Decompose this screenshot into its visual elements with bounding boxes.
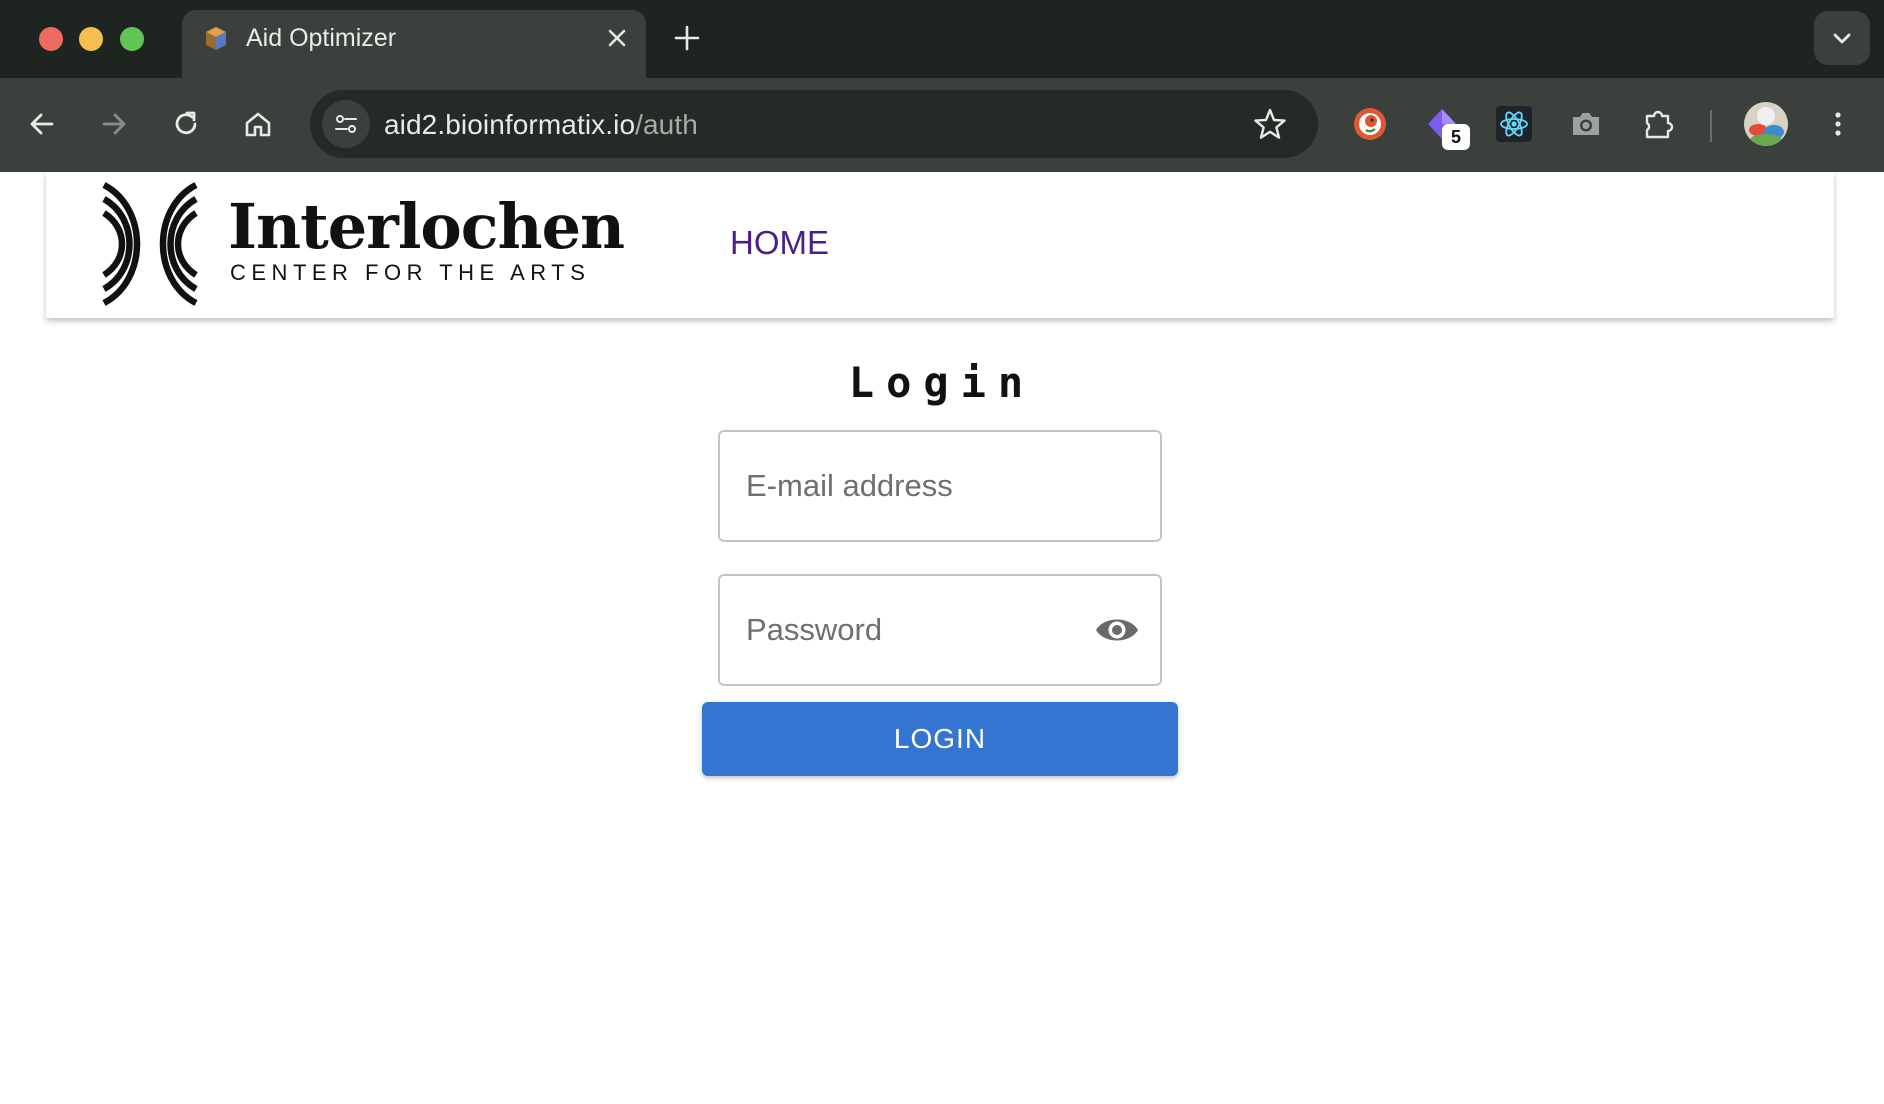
tune-icon (335, 115, 357, 133)
extension-react-devtools[interactable] (1490, 100, 1538, 148)
camera-icon (1573, 113, 1599, 135)
extension-duckduckgo[interactable] (1346, 100, 1394, 148)
logo-wordmark: Interlochen (228, 190, 625, 263)
arrow-right-icon (102, 113, 126, 135)
email-input[interactable] (746, 432, 1106, 540)
arrow-left-icon (30, 113, 54, 135)
new-tab-icon[interactable] (670, 21, 704, 55)
interlochen-logo-icon (102, 182, 198, 306)
forward-button[interactable] (92, 102, 136, 146)
app-header: Interlochen CENTER FOR THE ARTS HOME (46, 172, 1834, 318)
window-minimize-button[interactable] (79, 27, 103, 51)
email-field[interactable] (718, 430, 1162, 542)
extension-badge: 5 (1442, 124, 1470, 150)
url-path: /auth (635, 109, 698, 140)
tab-title: Aid Optimizer (246, 24, 397, 52)
url-text[interactable]: aid2.bioinformatix.io/auth (384, 109, 698, 141)
browser-tab-strip: Aid Optimizer (0, 0, 1884, 78)
page-content: Interlochen CENTER FOR THE ARTS HOME Log… (0, 172, 1884, 1104)
url-host: aid2.bioinformatix.io (384, 109, 636, 140)
puzzle-icon (1645, 110, 1674, 139)
extension-screenshot[interactable] (1562, 100, 1610, 148)
tab-search-button[interactable] (1814, 11, 1870, 65)
reload-button[interactable] (164, 102, 208, 146)
password-input[interactable] (746, 576, 1106, 684)
chevron-down-icon (1833, 33, 1851, 44)
window-close-button[interactable] (39, 27, 63, 51)
toolbar-divider (1710, 110, 1712, 142)
logo-subtitle: CENTER FOR THE ARTS (230, 260, 591, 285)
more-vertical-icon (1835, 112, 1841, 136)
reload-icon (175, 111, 197, 135)
browser-menu-button[interactable] (1816, 102, 1860, 146)
extensions-menu-button[interactable] (1634, 100, 1682, 148)
tab-favicon-icon (206, 27, 226, 50)
site-info-button[interactable] (322, 100, 370, 148)
profile-avatar[interactable] (1744, 102, 1788, 146)
login-button[interactable]: LOGIN (702, 702, 1178, 776)
bookmark-star-icon[interactable] (1252, 106, 1288, 142)
back-button[interactable] (20, 102, 64, 146)
address-bar[interactable]: aid2.bioinformatix.io/auth (310, 90, 1318, 158)
show-password-eye-icon[interactable] (1094, 612, 1140, 648)
tab-close-icon[interactable] (602, 23, 632, 53)
nav-link-home[interactable]: HOME (730, 224, 829, 262)
login-title: Login (848, 358, 1036, 407)
home-button[interactable] (236, 102, 280, 146)
duckduckgo-icon (1354, 108, 1386, 140)
extension-gem[interactable]: 5 (1418, 100, 1470, 150)
password-field[interactable] (718, 574, 1162, 686)
window-zoom-button[interactable] (120, 27, 144, 51)
home-icon (245, 112, 271, 137)
browser-tab-active[interactable]: Aid Optimizer (182, 10, 646, 78)
avatar-icon (1744, 102, 1788, 146)
react-icon (1496, 106, 1532, 142)
browser-toolbar: aid2.bioinformatix.io/auth 5 (0, 78, 1884, 172)
